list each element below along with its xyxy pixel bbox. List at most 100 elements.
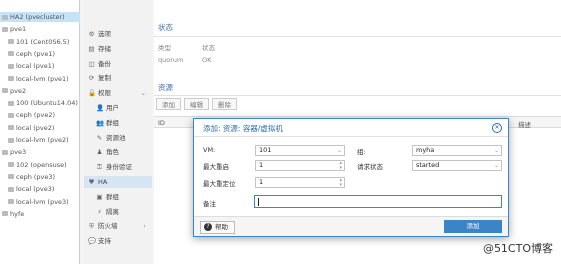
menu-item[interactable]: ⚡ 隔离 (84, 206, 152, 218)
watermark: @51CTO博客 (482, 242, 553, 255)
app-window: HA2 (pvecluster) pve1 101 (Cent0S6.5) ceph … (0, 0, 561, 264)
tree-item-label: hyfe (10, 209, 25, 218)
menu-item-label: 资源池 (106, 133, 126, 142)
menu-item[interactable]: ◫ 备份 (84, 58, 152, 70)
tree-item[interactable]: hyfe (0, 209, 80, 219)
tree-item[interactable]: 100 (Ubuntu14.04) (0, 98, 80, 108)
menu-item[interactable]: ⟳ 复制 (84, 72, 152, 84)
help-icon: ? (204, 223, 212, 231)
chevron-down-icon: ⌄ (493, 162, 499, 169)
tree-item[interactable]: local-lvm (pve1) (0, 74, 80, 84)
shield-icon: ⛨ (89, 222, 94, 231)
dialog-title: 添加: 资源: 容器/虚拟机 (203, 124, 283, 133)
node-icon (8, 76, 14, 81)
tree-item-label: ceph (pve1) (16, 49, 56, 58)
tree-item[interactable]: local (pve1) (0, 61, 80, 71)
menu-item-label: 用户 (106, 104, 119, 112)
close-icon[interactable]: ✕ (492, 123, 502, 133)
add-button[interactable]: 添加 (444, 220, 502, 233)
spinner-arrows-icon[interactable]: ▴ ▾ (339, 161, 342, 171)
menu-item[interactable]: ▤ 存储 (84, 43, 152, 55)
help-button-label: 帮助 (215, 223, 228, 231)
tree-item[interactable]: pve1 (0, 24, 80, 34)
tree-item[interactable]: HA2 (pvecluster) (0, 12, 80, 22)
menu-item[interactable]: ♟ 角色 (84, 146, 152, 158)
vm-value: 101 (259, 146, 272, 154)
node-icon (8, 186, 14, 192)
dialog-footer: ? 帮助 添加 (194, 216, 508, 236)
node-icon (2, 211, 8, 217)
group-select[interactable]: myha ⌄ (412, 145, 502, 156)
tree-item[interactable]: local (pve2) (0, 123, 80, 133)
help-button[interactable]: ? 帮助 (200, 221, 235, 234)
tree-item[interactable]: pve2 (0, 86, 80, 96)
menu-item[interactable]: 👤 用户 (84, 102, 152, 114)
divider (154, 95, 561, 96)
male-icon: ♟ (96, 148, 103, 157)
resource-tree: HA2 (pvecluster) pve1 101 (Cent0S6.5) ceph … (0, 0, 80, 264)
tree-item[interactable]: pve3 (0, 147, 80, 157)
comment-label: 备注 (203, 200, 216, 208)
edit-resource-button[interactable]: 编辑 (184, 98, 209, 110)
key-icon: ⚿ (97, 163, 102, 172)
add-resource-dialog: 添加: 资源: 容器/虚拟机 ✕ VM: 101 ⌄ 组: myha ⌄ 最大重… (193, 118, 509, 237)
max-relocate-spinner[interactable]: 1 ▴ ▾ (255, 177, 345, 188)
expand-caret-icon[interactable]: ⌄ (141, 87, 146, 99)
spinner-arrows-icon[interactable]: ▴ ▾ (339, 178, 342, 188)
column-header-id[interactable]: ID (158, 119, 165, 127)
chevron-down-icon: ⌄ (493, 147, 499, 154)
user-icon: 👤 (96, 104, 105, 112)
vm-select[interactable]: 101 ⌄ (255, 145, 345, 156)
max-restart-spinner[interactable]: 1 ▴ ▾ (255, 160, 345, 171)
menu-item-label: 隔离 (106, 207, 119, 216)
max-restart-value: 1 (259, 161, 264, 169)
menu-item[interactable]: ⚿ 身份验证 (84, 161, 152, 173)
request-state-select[interactable]: started ⌄ (412, 160, 502, 171)
max-relocate-label: 最大重定位 (203, 180, 236, 188)
tree-item[interactable]: ceph (pve2) (0, 110, 80, 120)
menu-item-label: 防火墙 (98, 222, 118, 231)
remove-resource-button[interactable]: 删除 (212, 98, 237, 110)
tree-item-label: pve1 (10, 25, 27, 34)
tree-item-label: local-lvm (pve1) (16, 74, 69, 83)
menu-item[interactable]: ▣ 群组 (84, 191, 152, 203)
menu-item[interactable]: ⚙ 选项 (84, 28, 152, 40)
node-icon (8, 174, 14, 180)
quorum-label: quorum (158, 56, 184, 64)
add-resource-button[interactable]: 添加 (156, 98, 181, 110)
menu-item-label: 支持 (98, 237, 111, 246)
dialog-header: 添加: 资源: 容器/虚拟机 ✕ (194, 119, 508, 137)
menu-item[interactable]: ✎ 资源池 (84, 132, 152, 144)
tree-item[interactable]: ceph (pve1) (0, 49, 80, 59)
tree-item[interactable]: ceph (pve3) (0, 172, 80, 182)
resources-toolbar: 添加 编辑 删除 (156, 98, 237, 112)
tree-item[interactable]: 101 (Cent0S6.5) (0, 37, 80, 47)
menu-item-label: 备份 (98, 59, 111, 68)
tree-item[interactable]: 102 (opensuse) (0, 160, 80, 170)
quorum-value: OK (202, 56, 212, 64)
tags-icon: ✎ (96, 133, 103, 142)
resources-section-title: 资源 (158, 83, 173, 92)
menu-item[interactable]: ♥ HA (84, 176, 152, 188)
unlock-icon: 🔓 (88, 89, 97, 98)
expand-caret-icon[interactable]: › (143, 220, 146, 232)
menu-item[interactable]: 💬 支持 (84, 235, 152, 247)
max-relocate-value: 1 (259, 178, 264, 186)
menu-item[interactable]: 🔓 权限 ⌄ (84, 87, 152, 99)
menu-item[interactable]: ⛨ 防火墙 › (84, 220, 152, 232)
object-group-icon: ▣ (96, 192, 103, 201)
tree-item-label: ceph (pve3) (16, 172, 56, 181)
tree-item-label: HA2 (pvecluster) (10, 13, 65, 21)
menu-item-label: 选项 (98, 30, 111, 38)
comment-input[interactable] (254, 195, 502, 208)
menu-item[interactable]: 👥 群组 (84, 117, 152, 129)
divider (154, 36, 561, 37)
status-section-title: 状态 (158, 23, 173, 32)
tree-item-label: local (pve3) (16, 185, 55, 194)
tree-item-label: local-lvm (pve2) (16, 136, 69, 144)
column-header-description[interactable]: 描述 (518, 119, 531, 129)
tree-item[interactable]: local (pve3) (0, 184, 80, 194)
tree-item[interactable]: local-lvm (pve2) (0, 135, 80, 145)
tree-item[interactable]: local-lvm (pve3) (0, 197, 80, 207)
tree-item-label: 101 (Cent0S6.5) (16, 37, 70, 46)
